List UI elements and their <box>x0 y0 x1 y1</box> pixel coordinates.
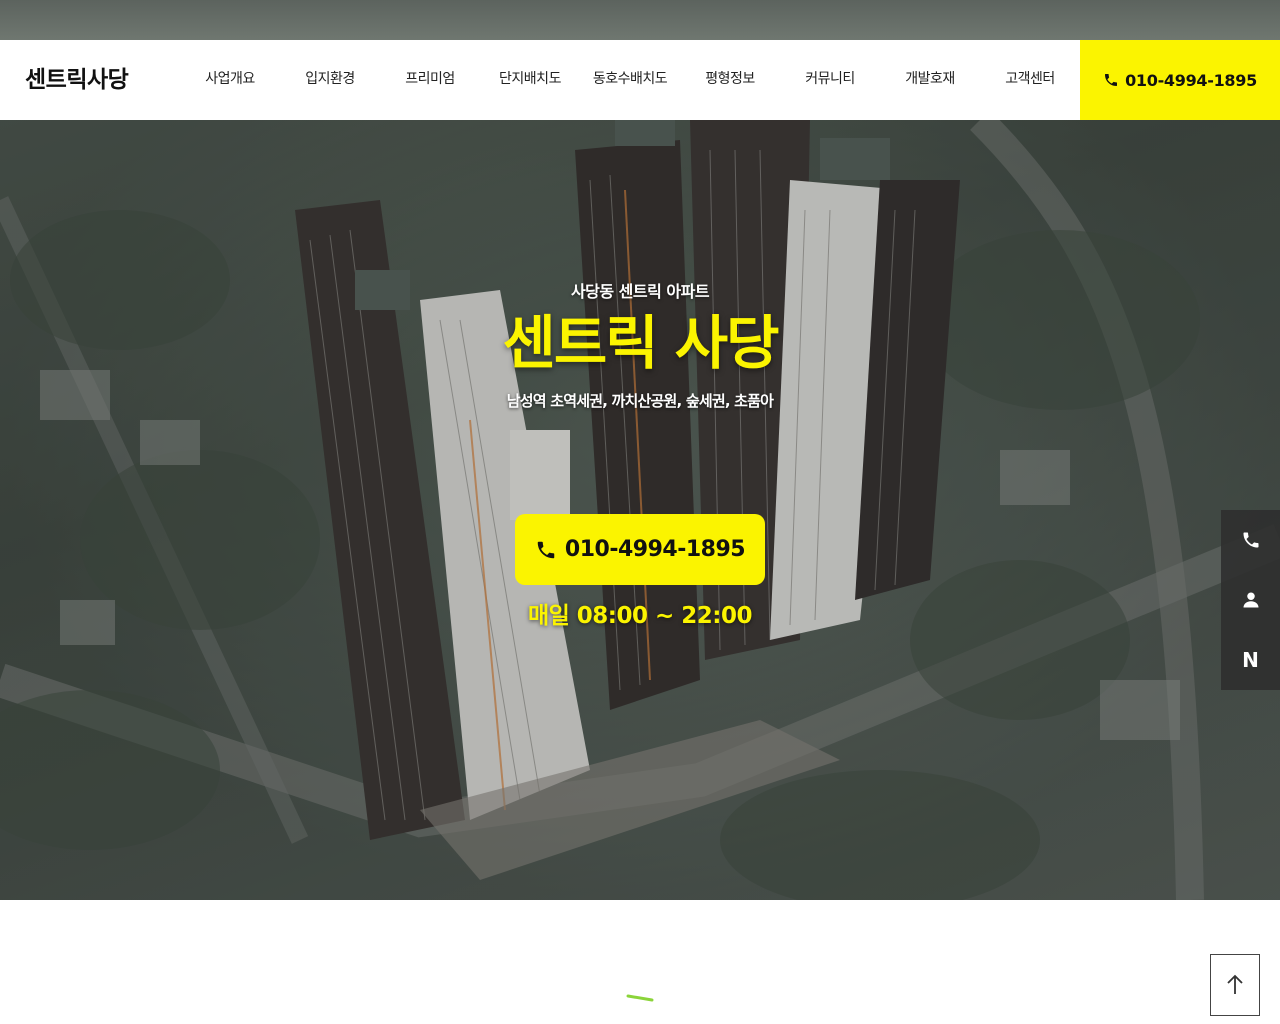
hero-section: 사당동 센트릭 아파트 센트릭 사당 남성역 초역세권, 까치산공원, 숲세권,… <box>0 120 1280 900</box>
nav-item-business-overview[interactable]: 사업개요 <box>180 40 280 120</box>
phone-icon <box>537 541 555 558</box>
nav-item-site-plan[interactable]: 단지배치도 <box>480 40 580 120</box>
nav-item-community[interactable]: 커뮤니티 <box>780 40 880 120</box>
quick-consult-button[interactable] <box>1221 570 1280 630</box>
nav-item-location[interactable]: 입지환경 <box>280 40 380 120</box>
nav-item-unit-layout[interactable]: 동호수배치도 <box>580 40 680 120</box>
hero-call-button[interactable]: 010-4994-1895 <box>515 514 765 585</box>
user-icon <box>1243 592 1258 608</box>
quick-call-button[interactable] <box>1221 510 1280 570</box>
hero-tagline: 남성역 초역세권, 까치산공원, 숲세권, 초품아 <box>506 392 774 410</box>
phone-icon <box>1105 74 1118 86</box>
quick-naver-button[interactable]: N <box>1221 630 1280 690</box>
main-nav: 사업개요 입지환경 프리미엄 단지배치도 동호수배치도 평형정보 커뮤니티 개발… <box>180 40 1080 120</box>
hero-call-number: 010-4994-1895 <box>564 537 746 562</box>
header-call-number: 010-4994-1895 <box>1125 70 1257 90</box>
nav-item-floor-plans[interactable]: 평형정보 <box>680 40 780 120</box>
phone-icon <box>1243 532 1258 548</box>
site-logo[interactable]: 센트릭사당 <box>25 40 129 120</box>
header-call-button[interactable]: 010-4994-1895 <box>1080 40 1280 120</box>
scroll-top-button[interactable] <box>1210 954 1260 1016</box>
site-header: 센트릭사당 사업개요 입지환경 프리미엄 단지배치도 동호수배치도 평형정보 커… <box>0 40 1280 120</box>
nav-item-premium[interactable]: 프리미엄 <box>380 40 480 120</box>
arrow-up-icon <box>1227 974 1243 994</box>
quick-menu: N <box>1221 510 1280 690</box>
loading-spinner <box>626 994 654 1002</box>
top-background-strip <box>0 0 1280 40</box>
hero-content: 사당동 센트릭 아파트 센트릭 사당 남성역 초역세권, 까치산공원, 숲세권,… <box>0 120 1280 900</box>
hero-title: 센트릭 사당 <box>502 309 780 377</box>
naver-icon: N <box>1242 648 1259 672</box>
nav-item-development[interactable]: 개발호재 <box>880 40 980 120</box>
hero-business-hours: 매일 08:00 ~ 22:00 <box>527 603 753 629</box>
nav-item-customer-center[interactable]: 고객센터 <box>980 40 1080 120</box>
